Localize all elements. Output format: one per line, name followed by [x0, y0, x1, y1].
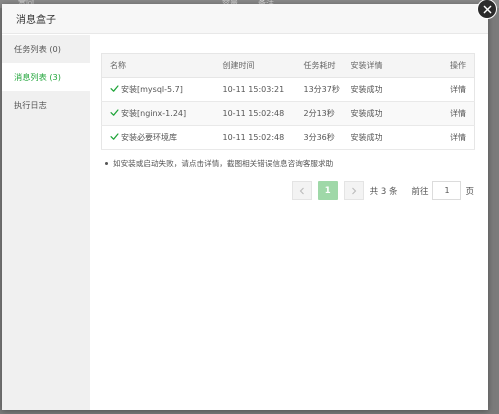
row-duration: 3分36秒 [295, 125, 343, 150]
chevron-right-icon [351, 187, 356, 194]
row-name: 安装[nginx-1.24] [121, 109, 187, 118]
page-unit-label: 页 [465, 186, 474, 197]
sidebar-item-task-list[interactable]: 任务列表 (0) [2, 35, 90, 63]
close-icon [483, 5, 491, 13]
row-created: 10-11 15:02:48 [214, 125, 296, 150]
row-status: 安装成功 [342, 101, 433, 126]
dialog-title: 消息盒子 [16, 15, 56, 26]
sidebar: 任务列表 (0) 消息列表 (3) 执行日志 [2, 35, 90, 410]
help-tip: 如安装或启动失败，请点击详情，截图相关错误信息咨询客服求助 [101, 158, 474, 169]
row-name: 安装必要环境库 [121, 133, 177, 142]
row-status: 安装成功 [342, 77, 433, 102]
pagination: 1 共 3 条 前往 页 [291, 181, 474, 200]
check-icon [110, 133, 119, 140]
column-header-detail: 安装详情 [342, 53, 433, 78]
check-icon [110, 85, 119, 92]
table-row: 安装必要环境库 10-11 15:02:48 3分36秒 安装成功 详情 [101, 125, 475, 150]
column-header-op: 操作 [432, 53, 475, 78]
sidebar-item-execution-log[interactable]: 执行日志 [2, 91, 90, 119]
row-created: 10-11 15:03:21 [214, 77, 296, 102]
sidebar-item-message-list[interactable]: 消息列表 (3) [2, 63, 90, 91]
close-button[interactable] [477, 0, 497, 19]
row-detail-link[interactable]: 详情 [432, 101, 475, 126]
total-count: 共 3 条 [369, 186, 398, 197]
table-header-row: 名称 创建时间 任务耗时 安装详情 操作 [101, 53, 475, 78]
next-page-button[interactable] [343, 181, 364, 200]
row-detail-link[interactable]: 详情 [432, 125, 475, 150]
dialog-header: 消息盒子 [2, 4, 488, 34]
message-box-dialog: 消息盒子 任务列表 (0) 消息列表 (3) 执行日志 名称 创建时间 任务耗时… [2, 0, 497, 410]
dialog-body: 任务列表 (0) 消息列表 (3) 执行日志 名称 创建时间 任务耗时 安装详情… [2, 35, 488, 410]
table-row: 安装[mysql-5.7] 10-11 15:03:21 13分37秒 安装成功… [101, 77, 475, 102]
sidebar-item-label: 执行日志 [14, 100, 47, 110]
page-number-current[interactable]: 1 [317, 181, 338, 200]
chevron-left-icon [299, 187, 304, 194]
row-detail-link[interactable]: 详情 [432, 77, 475, 102]
sidebar-item-label: 任务列表 (0) [14, 44, 61, 54]
row-duration: 2分13秒 [295, 101, 343, 126]
row-name: 安装[mysql-5.7] [121, 85, 183, 94]
row-name-cell: 安装[mysql-5.7] [101, 77, 215, 102]
table-row: 安装[nginx-1.24] 10-11 15:02:48 2分13秒 安装成功… [101, 101, 475, 126]
row-status: 安装成功 [342, 125, 433, 150]
help-tip-text: 如安装或启动失败，请点击详情，截图相关错误信息咨询客服求助 [113, 159, 334, 168]
goto-label: 前往 [411, 186, 429, 197]
column-header-duration: 任务耗时 [295, 53, 343, 78]
sidebar-item-label: 消息列表 (3) [14, 72, 61, 82]
row-created: 10-11 15:02:48 [214, 101, 296, 126]
prev-page-button[interactable] [291, 181, 312, 200]
bullet-icon [105, 161, 108, 165]
goto-page-input[interactable] [432, 181, 462, 200]
row-duration: 13分37秒 [295, 77, 343, 102]
check-icon [110, 109, 119, 116]
row-name-cell: 安装必要环境库 [101, 125, 215, 150]
main-content: 名称 创建时间 任务耗时 安装详情 操作 安装[mysql-5.7] 10-11… [90, 35, 488, 410]
column-header-created: 创建时间 [214, 53, 296, 78]
row-name-cell: 安装[nginx-1.24] [101, 101, 215, 126]
column-header-name: 名称 [101, 53, 215, 78]
message-table: 名称 创建时间 任务耗时 安装详情 操作 安装[mysql-5.7] 10-11… [101, 53, 475, 150]
